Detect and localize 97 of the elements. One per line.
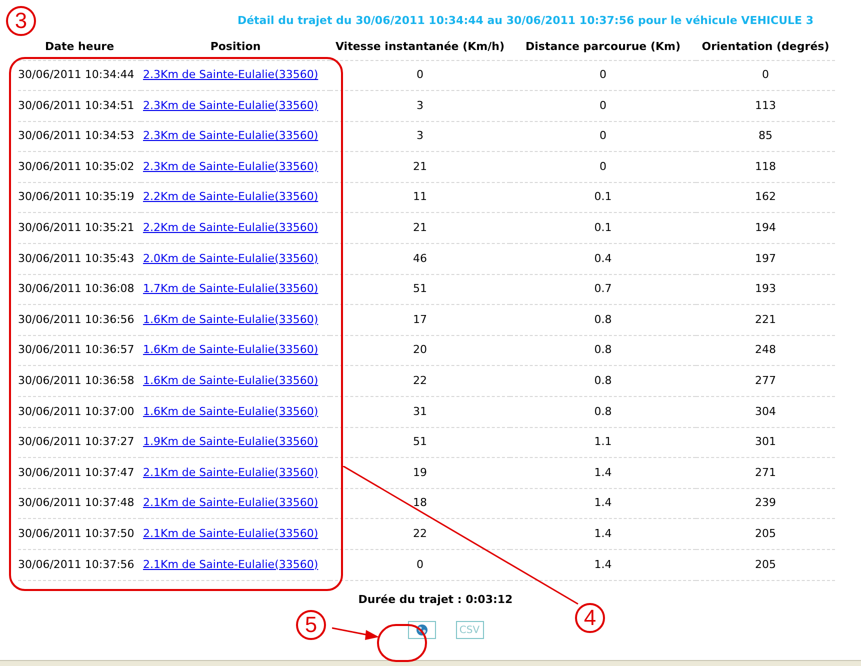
table-cell-text: 1.4 [594,556,612,573]
table-cell-text: 221 [755,312,776,328]
position-link[interactable]: 2.3Km de Sainte-Eulalie(33560) [143,128,318,145]
table-cell-text: 21 [413,158,427,175]
table-cell-text: 11 [413,189,427,206]
column-header: Vitesse instantanée (Km/h) [335,38,504,55]
table-cell-text: 22 [413,372,427,389]
table-cell-text: 30/06/2011 10:34:44 [18,67,134,84]
table-cell-text: 30/06/2011 10:35:02 [18,158,134,175]
table-cell-text: 20 [413,342,427,358]
position-link[interactable]: 2.2Km de Sainte-Eulalie(33560) [143,220,318,237]
table-cell-text: 0 [600,128,606,144]
table-cell-text: 304 [755,404,776,420]
table-cell-text: 31 [413,404,427,420]
position-link[interactable]: 1.7Km de Sainte-Eulalie(33560) [143,281,318,298]
table-cell-text: 248 [755,342,776,358]
table-cell-text: 30/06/2011 10:36:57 [18,342,134,358]
table-cell-text: 0.4 [594,250,612,267]
table-cell-text: 205 [755,556,776,573]
trip-duration: Durée du trajet : 0:03:12 [358,592,513,608]
position-link[interactable]: 2.3Km de Sainte-Eulalie(33560) [143,158,318,176]
position-link[interactable]: 2.3Km de Sainte-Eulalie(33560) [143,98,318,114]
table-cell-text: 0.8 [594,372,612,389]
table-cell-text: 30/06/2011 10:37:27 [18,434,134,450]
table-cell-text: 0.1 [594,189,612,206]
table-cell-text: 162 [755,189,776,206]
table-cell-text: 30/06/2011 10:36:58 [18,372,134,389]
table-cell-text: 30/06/2011 10:36:08 [18,281,134,298]
column-header: Distance parcourue (Km) [526,38,680,55]
table-cell-text: 118 [755,158,776,175]
position-link[interactable]: 2.0Km de Sainte-Eulalie(33560) [143,250,318,268]
table-cell-text: 21 [413,220,427,236]
table-cell-text: 30/06/2011 10:37:50 [18,526,134,542]
table-cell-text: 0.7 [594,281,612,298]
table-cell-text: 17 [413,312,427,328]
table-cell-text: 1.4 [594,495,612,512]
table-cell-text: 0.8 [594,342,612,358]
table-cell-text: 0 [416,67,424,84]
table-cell-text: 51 [413,281,427,298]
table-cell-text: 205 [755,526,776,542]
annotation-number: 4 [575,603,605,633]
table-cell-text: 0.8 [594,404,612,420]
table-cell-text: 18 [413,495,427,512]
table-cell-text: 194 [755,220,776,236]
table-cell-text: 30/06/2011 10:37:00 [18,404,134,420]
position-link[interactable]: 1.6Km de Sainte-Eulalie(33560) [143,312,318,328]
table-cell-text: 1.1 [594,434,612,450]
position-link[interactable]: 2.1Km de Sainte-Eulalie(33560) [143,556,318,574]
table-cell-text: 30/06/2011 10:34:51 [18,98,134,114]
table-cell-text: 3 [416,128,424,144]
table-cell-text: 30/06/2011 10:35:19 [18,189,134,206]
table-cell-text: 193 [755,281,776,298]
table-cell-text: 22 [413,526,427,542]
position-link[interactable]: 2.3Km de Sainte-Eulalie(33560) [143,67,318,84]
table-cell-text: 0 [416,556,424,573]
map-export-button[interactable] [408,621,436,640]
position-link[interactable]: 1.6Km de Sainte-Eulalie(33560) [143,372,318,390]
table-cell-text: 51 [413,434,427,450]
table-cell-text: 0 [600,98,606,114]
page-title: Détail du trajet du 30/06/2011 10:34:44 au 30/06/2011 10:37:56 pour le véhicule VEHICULE 3 [237,13,814,29]
table-cell-text: 3 [416,98,424,114]
table-cell-text: 19 [413,464,427,481]
position-link[interactable]: 1.6Km de Sainte-Eulalie(33560) [143,404,318,420]
table-cell-text: 30/06/2011 10:34:53 [18,128,134,144]
position-link[interactable]: 2.2Km de Sainte-Eulalie(33560) [143,189,318,206]
table-cell-text: 113 [755,98,776,114]
column-header: Position [210,38,261,55]
table-cell-text: 271 [755,464,776,481]
table-cell-text: 0.1 [594,220,612,236]
table-cell-text: 239 [755,495,776,512]
table-cell-text: 30/06/2011 10:37:47 [18,464,134,481]
table-cell-text: 30/06/2011 10:37:48 [18,495,134,512]
table-cell-text: 0 [762,67,769,84]
table-cell-text: 30/06/2011 10:37:56 [18,556,134,573]
annotation-number: 3 [6,6,36,36]
column-header: Date heure [44,38,114,55]
position-link[interactable]: 1.9Km de Sainte-Eulalie(33560) [143,434,318,451]
table-cell-text: 277 [755,372,776,389]
table-cell-text: 30/06/2011 10:36:56 [18,312,134,328]
table-cell-text: 46 [413,250,427,267]
table-cell-text: 0 [600,67,606,84]
position-link[interactable]: 2.1Km de Sainte-Eulalie(33560) [143,495,318,512]
table-cell-text: 30/06/2011 10:35:21 [18,220,134,236]
column-header: Orientation (degrés) [702,38,830,55]
position-link[interactable]: 2.1Km de Sainte-Eulalie(33560) [143,526,318,542]
table-cell-text: 0.8 [594,312,612,328]
annotation-number: 5 [296,610,326,640]
globe-icon [416,624,428,636]
table-cell-text: 301 [755,434,776,450]
table-cell-text: 1.4 [594,526,612,542]
position-link[interactable]: 2.1Km de Sainte-Eulalie(33560) [143,464,318,482]
position-link[interactable]: 1.6Km de Sainte-Eulalie(33560) [143,342,318,359]
table-cell-text: 30/06/2011 10:35:43 [18,250,134,267]
table-cell-text: 0 [600,158,606,175]
table-cell-text: 1.4 [594,464,612,481]
table-cell-text: 197 [755,250,776,267]
table-cell-text: 85 [758,128,772,144]
